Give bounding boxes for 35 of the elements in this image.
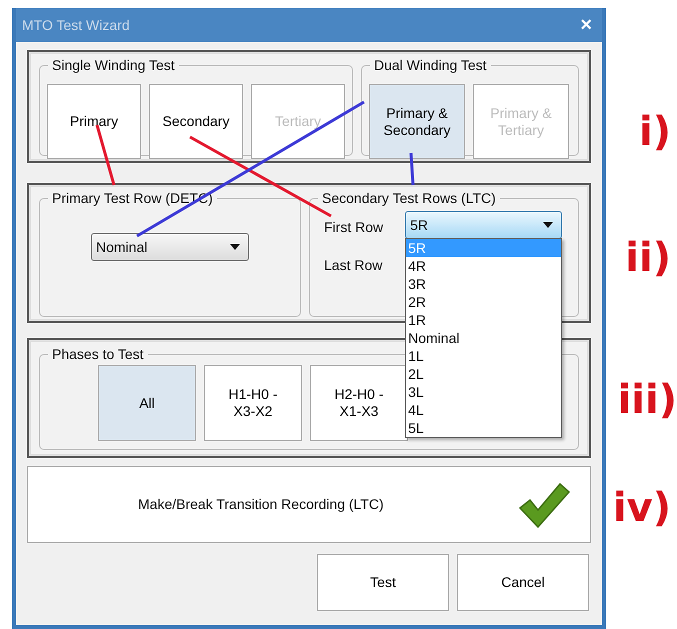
- option-button[interactable]: Primary: [47, 84, 141, 159]
- list-option[interactable]: 4L: [406, 401, 562, 419]
- annotation-label: i): [639, 112, 671, 152]
- option-button[interactable]: All: [98, 365, 196, 441]
- list-option[interactable]: 1R: [406, 311, 562, 329]
- list-option[interactable]: 4R: [406, 257, 562, 275]
- caret-icon: [543, 222, 554, 228]
- list-option[interactable]: 5L: [406, 419, 562, 437]
- list-option[interactable]: 2R: [406, 293, 562, 311]
- option-button[interactable]: Primary & Secondary: [369, 84, 465, 159]
- group-label: Single Winding Test: [48, 57, 179, 73]
- annotation-label: iv): [612, 488, 671, 528]
- option-button[interactable]: H2-H0 - X1-X3: [310, 365, 408, 441]
- group-label: Phases to Test: [48, 346, 148, 362]
- group-label: Dual Winding Test: [370, 57, 491, 73]
- test-button[interactable]: Test: [317, 554, 449, 611]
- checkmark-icon: [518, 482, 570, 528]
- cancel-button[interactable]: Cancel: [457, 554, 589, 611]
- window-title: MTO Test Wizard: [22, 16, 130, 34]
- annotation-label: ii): [625, 238, 671, 278]
- field-label: Last Row: [324, 257, 382, 273]
- field-label: First Row: [324, 218, 384, 237]
- group-label: Secondary Test Rows (LTC): [318, 190, 500, 206]
- list-option[interactable]: 2L: [406, 365, 562, 383]
- list-option[interactable]: Nominal: [406, 329, 562, 347]
- close-button[interactable]: ×: [580, 15, 592, 35]
- dropdown[interactable]: Nominal: [91, 233, 249, 261]
- annotation-label: iii): [618, 380, 677, 420]
- list-option[interactable]: 1L: [406, 347, 562, 365]
- list-option[interactable]: 3R: [406, 275, 562, 293]
- caret-icon: [230, 244, 240, 250]
- transition-recording-toggle[interactable]: Make/Break Transition Recording (LTC): [27, 466, 591, 543]
- list-option[interactable]: 3L: [406, 383, 562, 401]
- option-button[interactable]: Secondary: [149, 84, 243, 159]
- option-button[interactable]: H1-H0 - X3-X2: [204, 365, 302, 441]
